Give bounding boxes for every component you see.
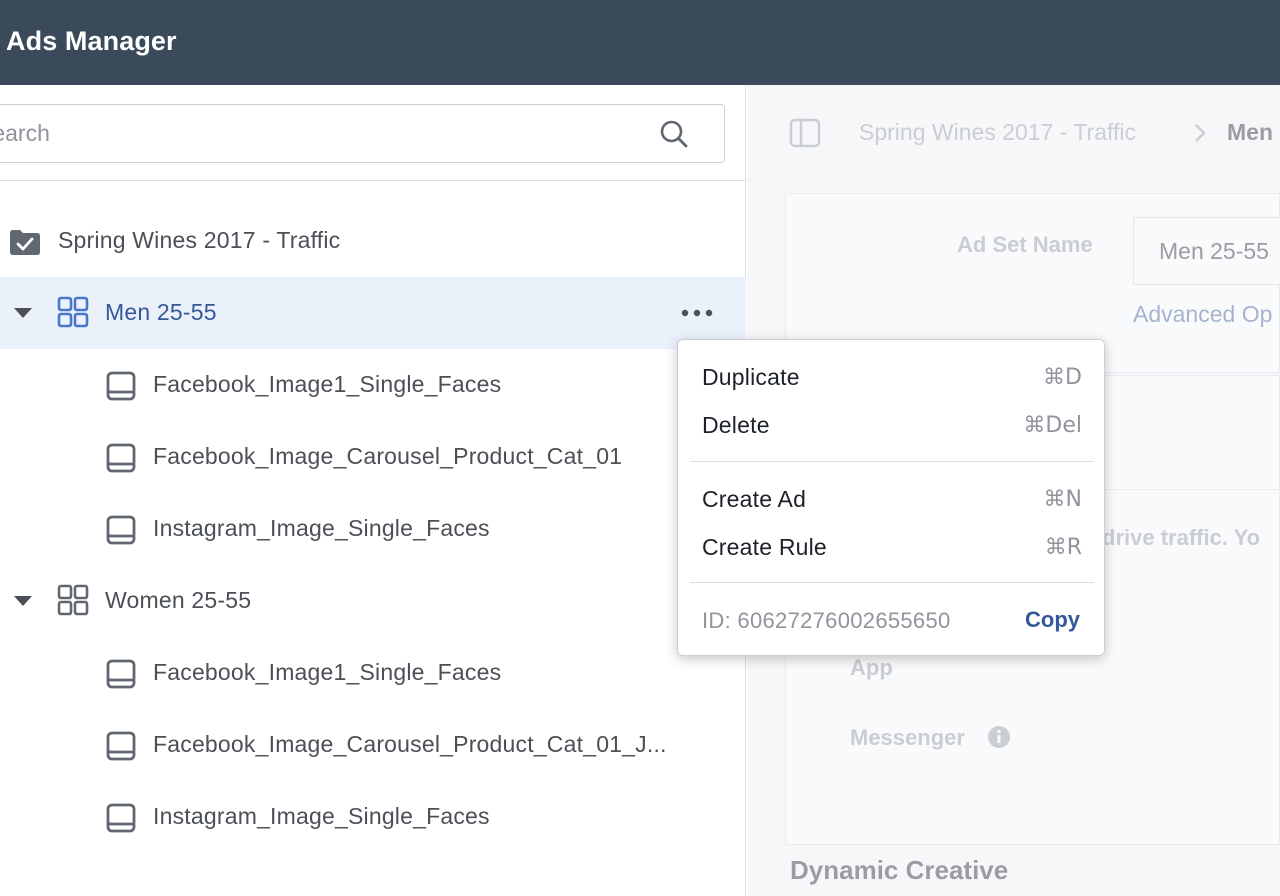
- menu-separator: [690, 461, 1094, 462]
- search-area: [0, 85, 746, 181]
- ad-set-row[interactable]: Women 25-55: [0, 565, 746, 637]
- breadcrumb-campaign[interactable]: Spring Wines 2017 - Traffic: [859, 119, 1136, 146]
- advanced-options-link[interactable]: Advanced Op: [1133, 301, 1272, 328]
- menu-item-shortcut: ⌘N: [1043, 487, 1082, 512]
- ad-icon: [106, 803, 136, 833]
- search-input[interactable]: [0, 105, 651, 162]
- menu-item-shortcut: ⌘Del: [1023, 413, 1082, 438]
- ad-icon: [106, 515, 136, 545]
- ad-set-id: ID: 6062727600265565​0: [702, 608, 951, 633]
- menu-item-create-ad[interactable]: Create Ad ⌘N: [678, 476, 1106, 520]
- ad-set-row[interactable]: Men 25-55: [0, 277, 746, 349]
- ad-set-name-value: Men 25-55: [1159, 238, 1269, 264]
- ad-set-name-label: Ad Set Name: [957, 232, 1093, 257]
- menu-item-shortcut: ⌘D: [1043, 365, 1082, 390]
- info-icon[interactable]: [987, 725, 1011, 749]
- traffic-description: drive traffic. Yo: [1102, 525, 1261, 550]
- ad-row[interactable]: Facebook_Image_Carousel_Product_Cat_01_J…: [0, 709, 746, 781]
- ad-icon: [106, 443, 136, 473]
- ad-icon: [106, 371, 136, 401]
- menu-item-duplicate[interactable]: Duplicate ⌘D: [678, 354, 1106, 398]
- campaign-row[interactable]: Spring Wines 2017 - Traffic: [0, 205, 746, 277]
- campaign-label: Spring Wines 2017 - Traffic: [58, 227, 341, 253]
- copy-id-button[interactable]: Copy: [1025, 607, 1080, 633]
- campaign-folder-icon: [10, 230, 40, 255]
- ad-set-grid-icon: [57, 584, 89, 616]
- ad-row[interactable]: Facebook_Image1_Single_Faces: [0, 349, 746, 421]
- expand-caret-icon[interactable]: [14, 308, 32, 318]
- menu-item-label: Delete: [702, 412, 770, 438]
- ad-icon: [106, 731, 136, 761]
- ad-set-label: Women 25-55: [105, 587, 252, 613]
- ad-row[interactable]: Facebook_Image1_Single_Faces: [0, 637, 746, 709]
- menu-item-delete[interactable]: Delete ⌘Del: [678, 402, 1106, 446]
- breadcrumb: Spring Wines 2017 - Traffic Men: [747, 85, 1280, 181]
- menu-item-shortcut: ⌘R: [1044, 535, 1082, 560]
- top-bar: Ads Manager: [0, 0, 1280, 85]
- menu-item-create-rule[interactable]: Create Rule ⌘R: [678, 524, 1106, 568]
- ad-row[interactable]: Instagram_Image_Single_Faces: [0, 493, 746, 565]
- menu-separator: [690, 582, 1094, 583]
- search-icon[interactable]: [659, 119, 689, 149]
- app-title: Ads Manager: [6, 26, 177, 56]
- ad-label: Facebook_Image1_Single_Faces: [153, 371, 502, 397]
- ad-label: Facebook_Image_Carousel_Product_Cat_01: [153, 443, 623, 469]
- more-options-icon[interactable]: [680, 303, 714, 323]
- search-box[interactable]: [0, 104, 725, 163]
- ad-label: Facebook_Image_Carousel_Product_Cat_01_J…: [153, 731, 667, 757]
- menu-item-label: Create Rule: [702, 534, 827, 560]
- ad-set-grid-icon: [57, 296, 89, 328]
- menu-item-label: Create Ad: [702, 486, 807, 512]
- ad-icon: [106, 659, 136, 689]
- ad-set-label: Men 25-55: [105, 299, 217, 325]
- expand-caret-icon[interactable]: [14, 596, 32, 606]
- chevron-right-icon: [1195, 124, 1206, 142]
- app-option[interactable]: App: [850, 655, 893, 681]
- ad-label: Facebook_Image1_Single_Faces: [153, 659, 502, 685]
- dynamic-creative-heading: Dynamic Creative: [790, 855, 1009, 885]
- ad-row[interactable]: Facebook_Image_Carousel_Product_Cat_01: [0, 421, 746, 493]
- menu-item-label: Duplicate: [702, 364, 800, 390]
- messenger-option[interactable]: Messenger: [850, 725, 965, 751]
- breadcrumb-ad-set: Men: [1227, 119, 1273, 145]
- left-panel: Spring Wines 2017 - Traffic Men 25-55 Fa…: [0, 85, 746, 896]
- ad-label: Instagram_Image_Single_Faces: [153, 803, 490, 829]
- ad-label: Instagram_Image_Single_Faces: [153, 515, 490, 541]
- panel-toggle-icon[interactable]: [789, 117, 821, 149]
- ad-row[interactable]: Instagram_Image_Single_Faces: [0, 781, 746, 853]
- context-menu: Duplicate ⌘D Delete ⌘Del Create Ad ⌘N Cr…: [677, 339, 1105, 656]
